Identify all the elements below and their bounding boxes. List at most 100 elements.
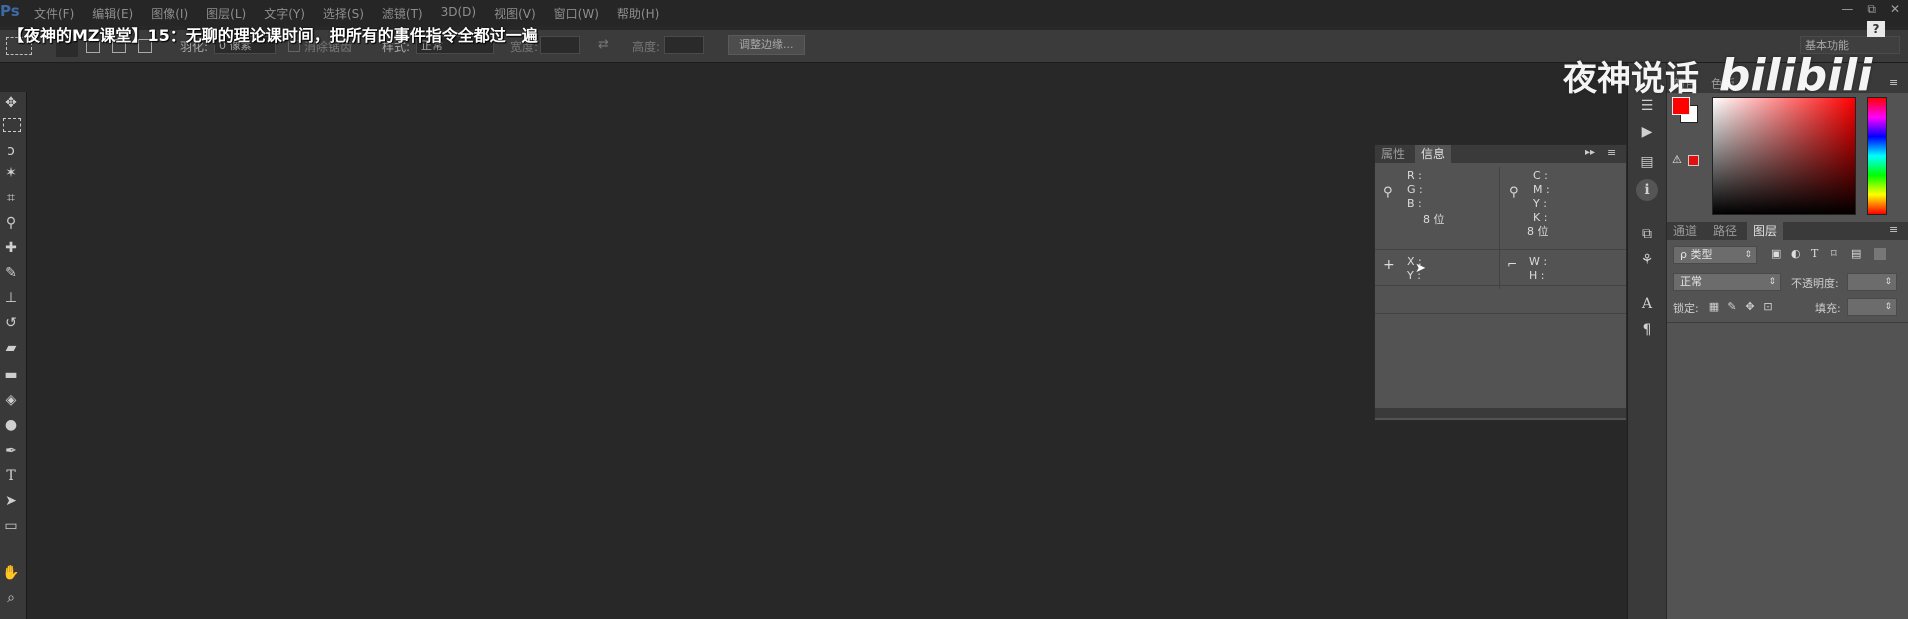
hue-slider[interactable] (1867, 97, 1887, 215)
minimize-button[interactable]: — (1841, 2, 1853, 17)
opacity-input[interactable] (1847, 273, 1897, 291)
tab-properties[interactable]: 属性 (1375, 145, 1411, 163)
menu-type[interactable]: 文字(Y) (264, 5, 305, 22)
zoom-tool-icon[interactable]: ⌕ (0, 587, 22, 609)
b-label: B : (1407, 197, 1422, 210)
info-icon[interactable]: ℹ (1636, 179, 1658, 201)
swatches-icon[interactable]: ⧉ (1636, 223, 1658, 245)
filter-smart-object-icon[interactable]: ▤ (1851, 247, 1861, 260)
swap-icon[interactable]: ⇄ (598, 37, 609, 52)
color-field[interactable] (1712, 97, 1856, 215)
menu-layer[interactable]: 图层(L) (206, 5, 246, 22)
clone-stamp-icon[interactable]: ⊥ (0, 287, 22, 309)
shape-tool-icon[interactable]: ▭ (0, 515, 22, 537)
rgb-bit-depth: 8 位 (1423, 213, 1445, 226)
layer-filter-select[interactable]: ρ 类型 (1673, 246, 1757, 264)
gradient-tool-icon[interactable]: ▬ (0, 364, 22, 386)
info-divider-h (1375, 249, 1626, 250)
collapse-panel-icon[interactable]: ▸▸ (1585, 147, 1595, 158)
app-logo: Ps (0, 2, 20, 20)
healing-brush-icon[interactable]: ✚ (0, 237, 22, 259)
tab-paths[interactable]: 路径 (1707, 222, 1743, 240)
crop-tool-icon[interactable]: ⌗ (0, 187, 22, 209)
magic-wand-icon[interactable]: ✶ (0, 162, 22, 184)
video-title-overlay: 【夜神的MZ课堂】15：无聊的理论课时间，把所有的事件指令全都过一遍 (8, 26, 538, 45)
type-tool-icon[interactable]: T (0, 465, 22, 487)
filter-shape-icon[interactable]: ⌑ (1831, 247, 1837, 260)
menu-select[interactable]: 选择(S) (323, 5, 364, 22)
adjustments-icon[interactable]: ▤ (1636, 151, 1658, 173)
mouse-cursor-icon: ➤ (1415, 261, 1426, 276)
blur-tool-icon[interactable]: ◈ (0, 389, 22, 411)
selection-size-icon: ⌐ (1507, 257, 1518, 271)
panel-menu-icon[interactable]: ≡ (1607, 146, 1616, 159)
eraser-icon[interactable]: ▰ (0, 337, 22, 359)
resize-handle[interactable] (1375, 408, 1626, 418)
crosshair-icon: + (1383, 257, 1395, 273)
menu-3d[interactable]: 3D(D) (441, 5, 476, 22)
menu-filter[interactable]: 滤镜(T) (382, 5, 423, 22)
actions-play-icon[interactable]: ▶ (1636, 121, 1658, 143)
width-input[interactable] (540, 36, 580, 54)
fill-input[interactable] (1847, 298, 1897, 316)
bilibili-watermark: 夜神说话 bilibili (1563, 50, 1872, 101)
menu-window[interactable]: 窗口(W) (554, 5, 599, 22)
layers-panel-menu-icon[interactable]: ≡ (1889, 223, 1898, 236)
filter-adjustment-icon[interactable]: ◐ (1791, 247, 1801, 260)
rgb-readout: R : G : B : (1407, 169, 1423, 211)
menu-help[interactable]: 帮助(H) (617, 5, 659, 22)
history-brush-icon[interactable]: ↺ (0, 312, 22, 334)
fill-label: 填充: (1815, 302, 1841, 315)
layers-panel-tabbar: 通道 路径 图层 ≡ (1667, 222, 1908, 240)
menu-image[interactable]: 图像(I) (151, 5, 188, 22)
layers-panel: 通道 路径 图层 ≡ ρ 类型 ▣ ◐ T ⌑ ▤ 正常 不透明度: 锁定: ▦… (1667, 222, 1908, 619)
eyedropper-rgb-icon[interactable]: ⚲ (1383, 185, 1393, 200)
brush-tool-icon[interactable]: ✎ (0, 262, 22, 284)
tab-channels[interactable]: 通道 (1667, 222, 1703, 240)
lock-transparent-icon[interactable]: ▦ (1707, 300, 1721, 314)
tools-panel: ✥ ↄ ✶ ⌗ ⚲ ✚ ✎ ⊥ ↺ ▰ ▬ ◈ ● ✒ T ➤ ▭ ✋ ⌕ (0, 92, 27, 619)
path-select-icon[interactable]: ➤ (0, 490, 22, 512)
lasso-tool-icon[interactable]: ↄ (0, 140, 22, 162)
styles-icon[interactable]: ⚘ (1636, 249, 1658, 271)
color-panel-menu-icon[interactable]: ≡ (1889, 76, 1898, 89)
refine-edge-button[interactable]: 调整边缘... (728, 35, 805, 55)
paragraph-icon[interactable]: ¶ (1636, 319, 1658, 341)
blend-mode-select[interactable]: 正常 (1673, 273, 1781, 291)
move-tool-icon[interactable]: ✥ (0, 92, 22, 114)
lock-image-icon[interactable]: ✎ (1725, 300, 1739, 314)
filter-type-icon[interactable]: T (1811, 247, 1818, 260)
eyedropper-icon[interactable]: ⚲ (0, 212, 22, 234)
menu-list: 文件(F) 编辑(E) 图像(I) 图层(L) 文字(Y) 选择(S) 滤镜(T… (34, 5, 659, 22)
websafe-color-swatch[interactable] (1688, 155, 1699, 166)
r-label: R : (1407, 169, 1422, 182)
help-icon[interactable]: ? (1867, 21, 1885, 37)
info-divider (1499, 167, 1500, 289)
window-controls: — ⧉ ✕ (1841, 2, 1900, 17)
hand-tool-icon[interactable]: ✋ (0, 562, 22, 584)
bilibili-logo: bilibili (1718, 50, 1873, 101)
menu-view[interactable]: 视图(V) (494, 5, 536, 22)
info-divider-h3 (1375, 313, 1626, 314)
eyedropper-cmyk-icon[interactable]: ⚲ (1509, 185, 1519, 200)
tab-info[interactable]: 信息 (1415, 145, 1452, 163)
menu-edit[interactable]: 编辑(E) (92, 5, 133, 22)
opacity-label: 不透明度: (1791, 277, 1839, 290)
menu-file[interactable]: 文件(F) (34, 5, 74, 22)
filter-toggle[interactable] (1874, 248, 1886, 260)
marquee-tool-icon[interactable] (3, 118, 21, 132)
filter-pixel-icon[interactable]: ▣ (1771, 247, 1781, 260)
character-icon[interactable]: A (1636, 293, 1658, 315)
w-label: W : (1529, 255, 1548, 268)
close-button[interactable]: ✕ (1890, 2, 1900, 17)
c-label: C : (1533, 169, 1548, 182)
height-label: 高度: (632, 40, 661, 54)
pen-tool-icon[interactable]: ✒ (0, 440, 22, 462)
height-input[interactable] (664, 36, 704, 54)
tab-layers[interactable]: 图层 (1747, 222, 1784, 240)
restore-button[interactable]: ⧉ (1867, 2, 1876, 17)
dodge-tool-icon[interactable]: ● (0, 414, 22, 436)
lock-all-icon[interactable]: ⊡ (1761, 300, 1775, 314)
y-label: Y : (1533, 197, 1547, 210)
lock-position-icon[interactable]: ✥ (1743, 300, 1757, 314)
